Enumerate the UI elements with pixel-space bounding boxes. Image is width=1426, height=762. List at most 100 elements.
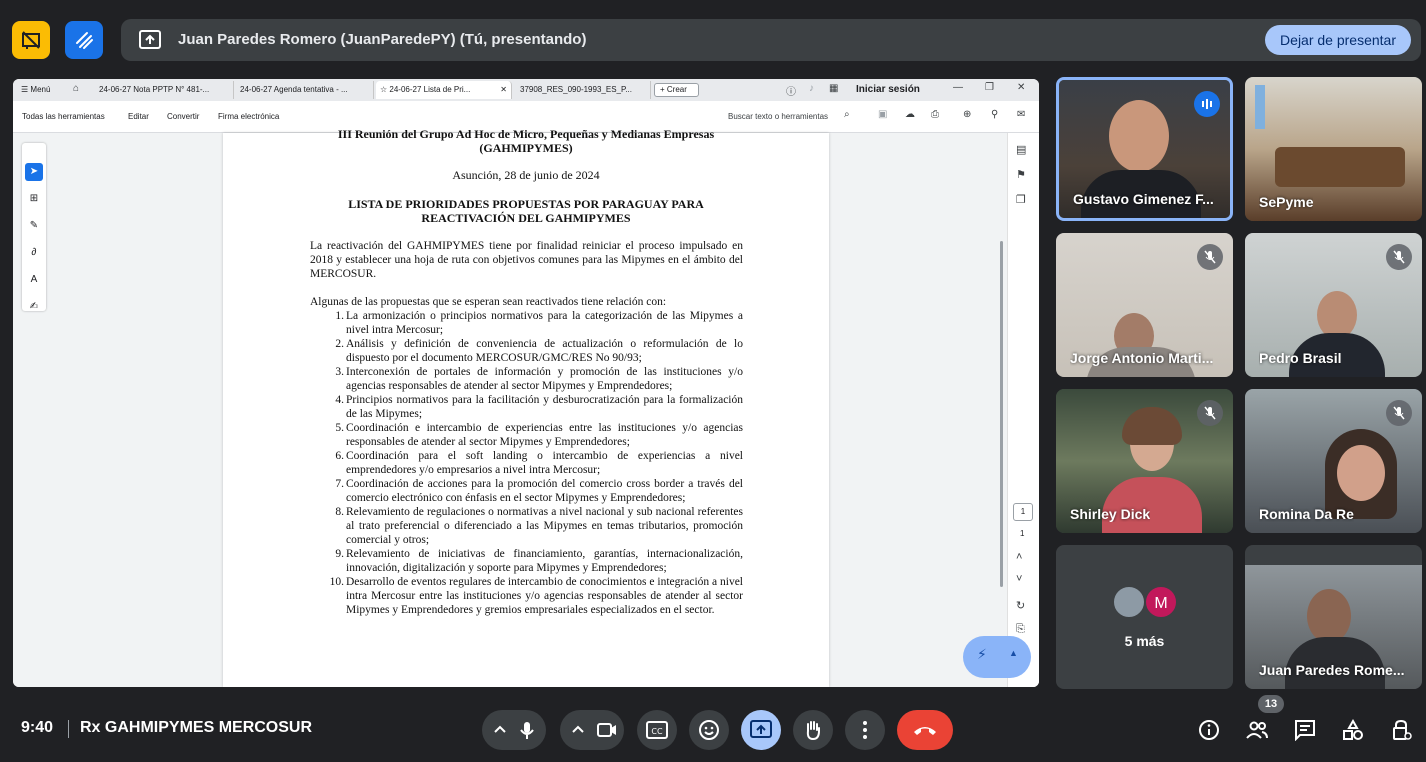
text-tool-icon[interactable]: A (25, 271, 43, 289)
mic-icon (494, 722, 534, 739)
people-icon (1246, 721, 1268, 739)
chevron-down-icon[interactable]: ˅ (1016, 573, 1022, 585)
participant-tile[interactable]: Jorge Antonio Marti... (1056, 233, 1233, 377)
chat-button[interactable] (1291, 716, 1319, 744)
tab-label: 24-06-27 Nota PPTP N° 481-... (99, 85, 210, 94)
participant-tile[interactable]: Pedro Brasil (1245, 233, 1422, 377)
search-icon[interactable]: ⌕ (844, 109, 850, 120)
activities-button[interactable] (1339, 716, 1367, 744)
list-item: 7. Coordinación de acciones para la promo… (310, 477, 743, 505)
upload-cloud-icon[interactable]: ☁ (905, 109, 915, 120)
participant-tile[interactable]: Gustavo Gimenez F... (1056, 77, 1233, 221)
meeting-controls-bar: 9:40 Rx GAHMIPYMES MERCOSUR CC 13 (0, 690, 1426, 762)
chevron-up-icon[interactable]: ˄ (1016, 551, 1022, 563)
ai-assistant-button[interactable]: ⚡ ▲ (963, 636, 1031, 678)
tab-nota-pptp[interactable]: 24-06-27 Nota PPTP N° 481-... (95, 81, 234, 99)
host-controls-button[interactable] (1387, 716, 1415, 744)
bell-icon[interactable]: ♪ (809, 83, 814, 94)
avatar (1317, 291, 1357, 339)
vertical-scrollbar[interactable] (1000, 241, 1003, 587)
new-tab-button[interactable]: + Crear (654, 83, 699, 97)
convert-menu[interactable]: Convertir (167, 112, 199, 121)
more-participants-tile[interactable]: M 5 más (1056, 545, 1233, 689)
raise-hand-button[interactable] (793, 710, 833, 750)
priorities-list: 1. La armonización o principios normativo… (310, 309, 743, 617)
refresh-icon[interactable]: ↻ (1016, 599, 1025, 612)
doc-header-line2: (GAHMIPYMES) (479, 141, 573, 155)
item-number: 3. (335, 366, 344, 378)
hand-icon (806, 721, 820, 741)
close-window-icon[interactable]: ✕ (1017, 82, 1025, 93)
leave-call-button[interactable] (897, 710, 953, 750)
home-icon[interactable]: ⌂ (73, 83, 79, 94)
mic-off-icon (1197, 400, 1223, 426)
stop-presenting-button[interactable]: Dejar de presentar (1265, 25, 1411, 55)
minimize-icon[interactable]: — (953, 82, 963, 93)
comments-icon[interactable]: ▤ (1016, 143, 1026, 156)
document-viewer: ➤ ⊞ ✎ ∂ A ✍ III Reunión del Grupo Ad Hoc… (13, 127, 1039, 687)
more-options-button[interactable] (845, 710, 885, 750)
close-tab-icon[interactable]: ✕ (500, 81, 507, 99)
sign-tool-icon[interactable]: ✍ (25, 298, 43, 316)
meeting-name: Rx GAHMIPYMES MERCOSUR (80, 719, 313, 736)
doc-title-line2: REACTIVACIÓN DEL GAHMIPYMES (421, 211, 631, 225)
comment-tool-icon[interactable]: ⊞ (25, 190, 43, 208)
pen-tool-icon[interactable]: ✎ (25, 217, 43, 235)
save-icon[interactable]: ▣ (878, 109, 887, 120)
print-icon[interactable]: ⎙ (931, 109, 939, 120)
item-text: Interconexión de portales de información… (346, 366, 743, 392)
meeting-info-button[interactable] (1195, 716, 1223, 744)
activities-icon[interactable] (12, 21, 50, 59)
camera-control[interactable] (560, 710, 624, 750)
pages-icon[interactable]: ❐ (1016, 193, 1026, 206)
email-icon[interactable]: ✉ (1017, 109, 1025, 120)
item-text: Coordinación e intercambio de experienci… (346, 422, 743, 448)
reactions-button[interactable] (689, 710, 729, 750)
participant-tile[interactable]: Shirley Dick (1056, 389, 1233, 533)
meeting-time: 9:40 (21, 719, 54, 736)
divider (68, 720, 69, 738)
page-total: 1 (1020, 529, 1025, 538)
draw-tool-icon[interactable]: ∂ (25, 244, 43, 262)
item-number: 10. (329, 576, 344, 588)
presenting-banner: Juan Paredes Romero (JuanParedePY) (Tú, … (121, 19, 1421, 61)
tab-agenda[interactable]: 24-06-27 Agenda tentativa - ... (236, 81, 374, 99)
list-item: 9. Relevamiento de iniciativas de financi… (310, 547, 743, 575)
page-number-input[interactable]: 1 (1013, 503, 1033, 521)
e-signature-menu[interactable]: Firma electrónica (218, 112, 279, 121)
apps-icon[interactable]: ▦ (829, 83, 838, 94)
search-tools-input[interactable]: Buscar texto o herramientas (728, 112, 828, 121)
item-text: Análisis y definición de conveniencia de… (346, 338, 743, 364)
people-button[interactable] (1243, 716, 1271, 744)
login-button[interactable]: Iniciar sesión (856, 84, 920, 95)
pdf-page: III Reunión del Grupo Ad Hoc de Micro, P… (223, 127, 829, 687)
restore-icon[interactable]: ❐ (985, 82, 994, 93)
all-tools-menu[interactable]: Todas las herramientas (22, 112, 105, 121)
link-icon[interactable]: ⚲ (991, 109, 998, 120)
shapes-icon (1343, 719, 1363, 740)
self-view-tile[interactable]: Juan Paredes Rome... (1245, 545, 1422, 689)
list-item: 4. Principios normativos para la facilita… (310, 393, 743, 421)
table (1275, 147, 1405, 187)
help-icon[interactable]: ⓘ (786, 83, 796, 98)
share-icon[interactable]: ⊕ (963, 109, 971, 120)
captions-button[interactable]: CC (637, 710, 677, 750)
mic-off-icon (1386, 244, 1412, 270)
mic-control[interactable] (482, 710, 546, 750)
select-tool-icon[interactable]: ➤ (25, 163, 43, 181)
whiteboard-icon[interactable] (65, 21, 103, 59)
item-text: Relevamiento de iniciativas de financiam… (346, 548, 743, 574)
avatar-face (1337, 445, 1385, 501)
edit-menu[interactable]: Editar (128, 112, 149, 121)
tab-res-090[interactable]: 37908_RES_090-1993_ES_P... (516, 81, 651, 99)
hangup-icon (914, 727, 936, 735)
participant-tile[interactable]: SePyme (1245, 77, 1422, 221)
save-page-icon[interactable]: ⎘ (1016, 623, 1025, 636)
mic-off-icon (1197, 244, 1223, 270)
bookmark-icon[interactable]: ⚑ (1016, 168, 1026, 181)
doc-date: Asunción, 28 de junio de 2024 (452, 168, 600, 182)
present-button[interactable] (741, 710, 781, 750)
participant-tile[interactable]: Romina Da Re (1245, 389, 1422, 533)
tab-lista-prioridades[interactable]: ☆ 24-06-27 Lista de Pri... ✕ (376, 81, 512, 99)
avatar-letter: M (1144, 585, 1178, 619)
